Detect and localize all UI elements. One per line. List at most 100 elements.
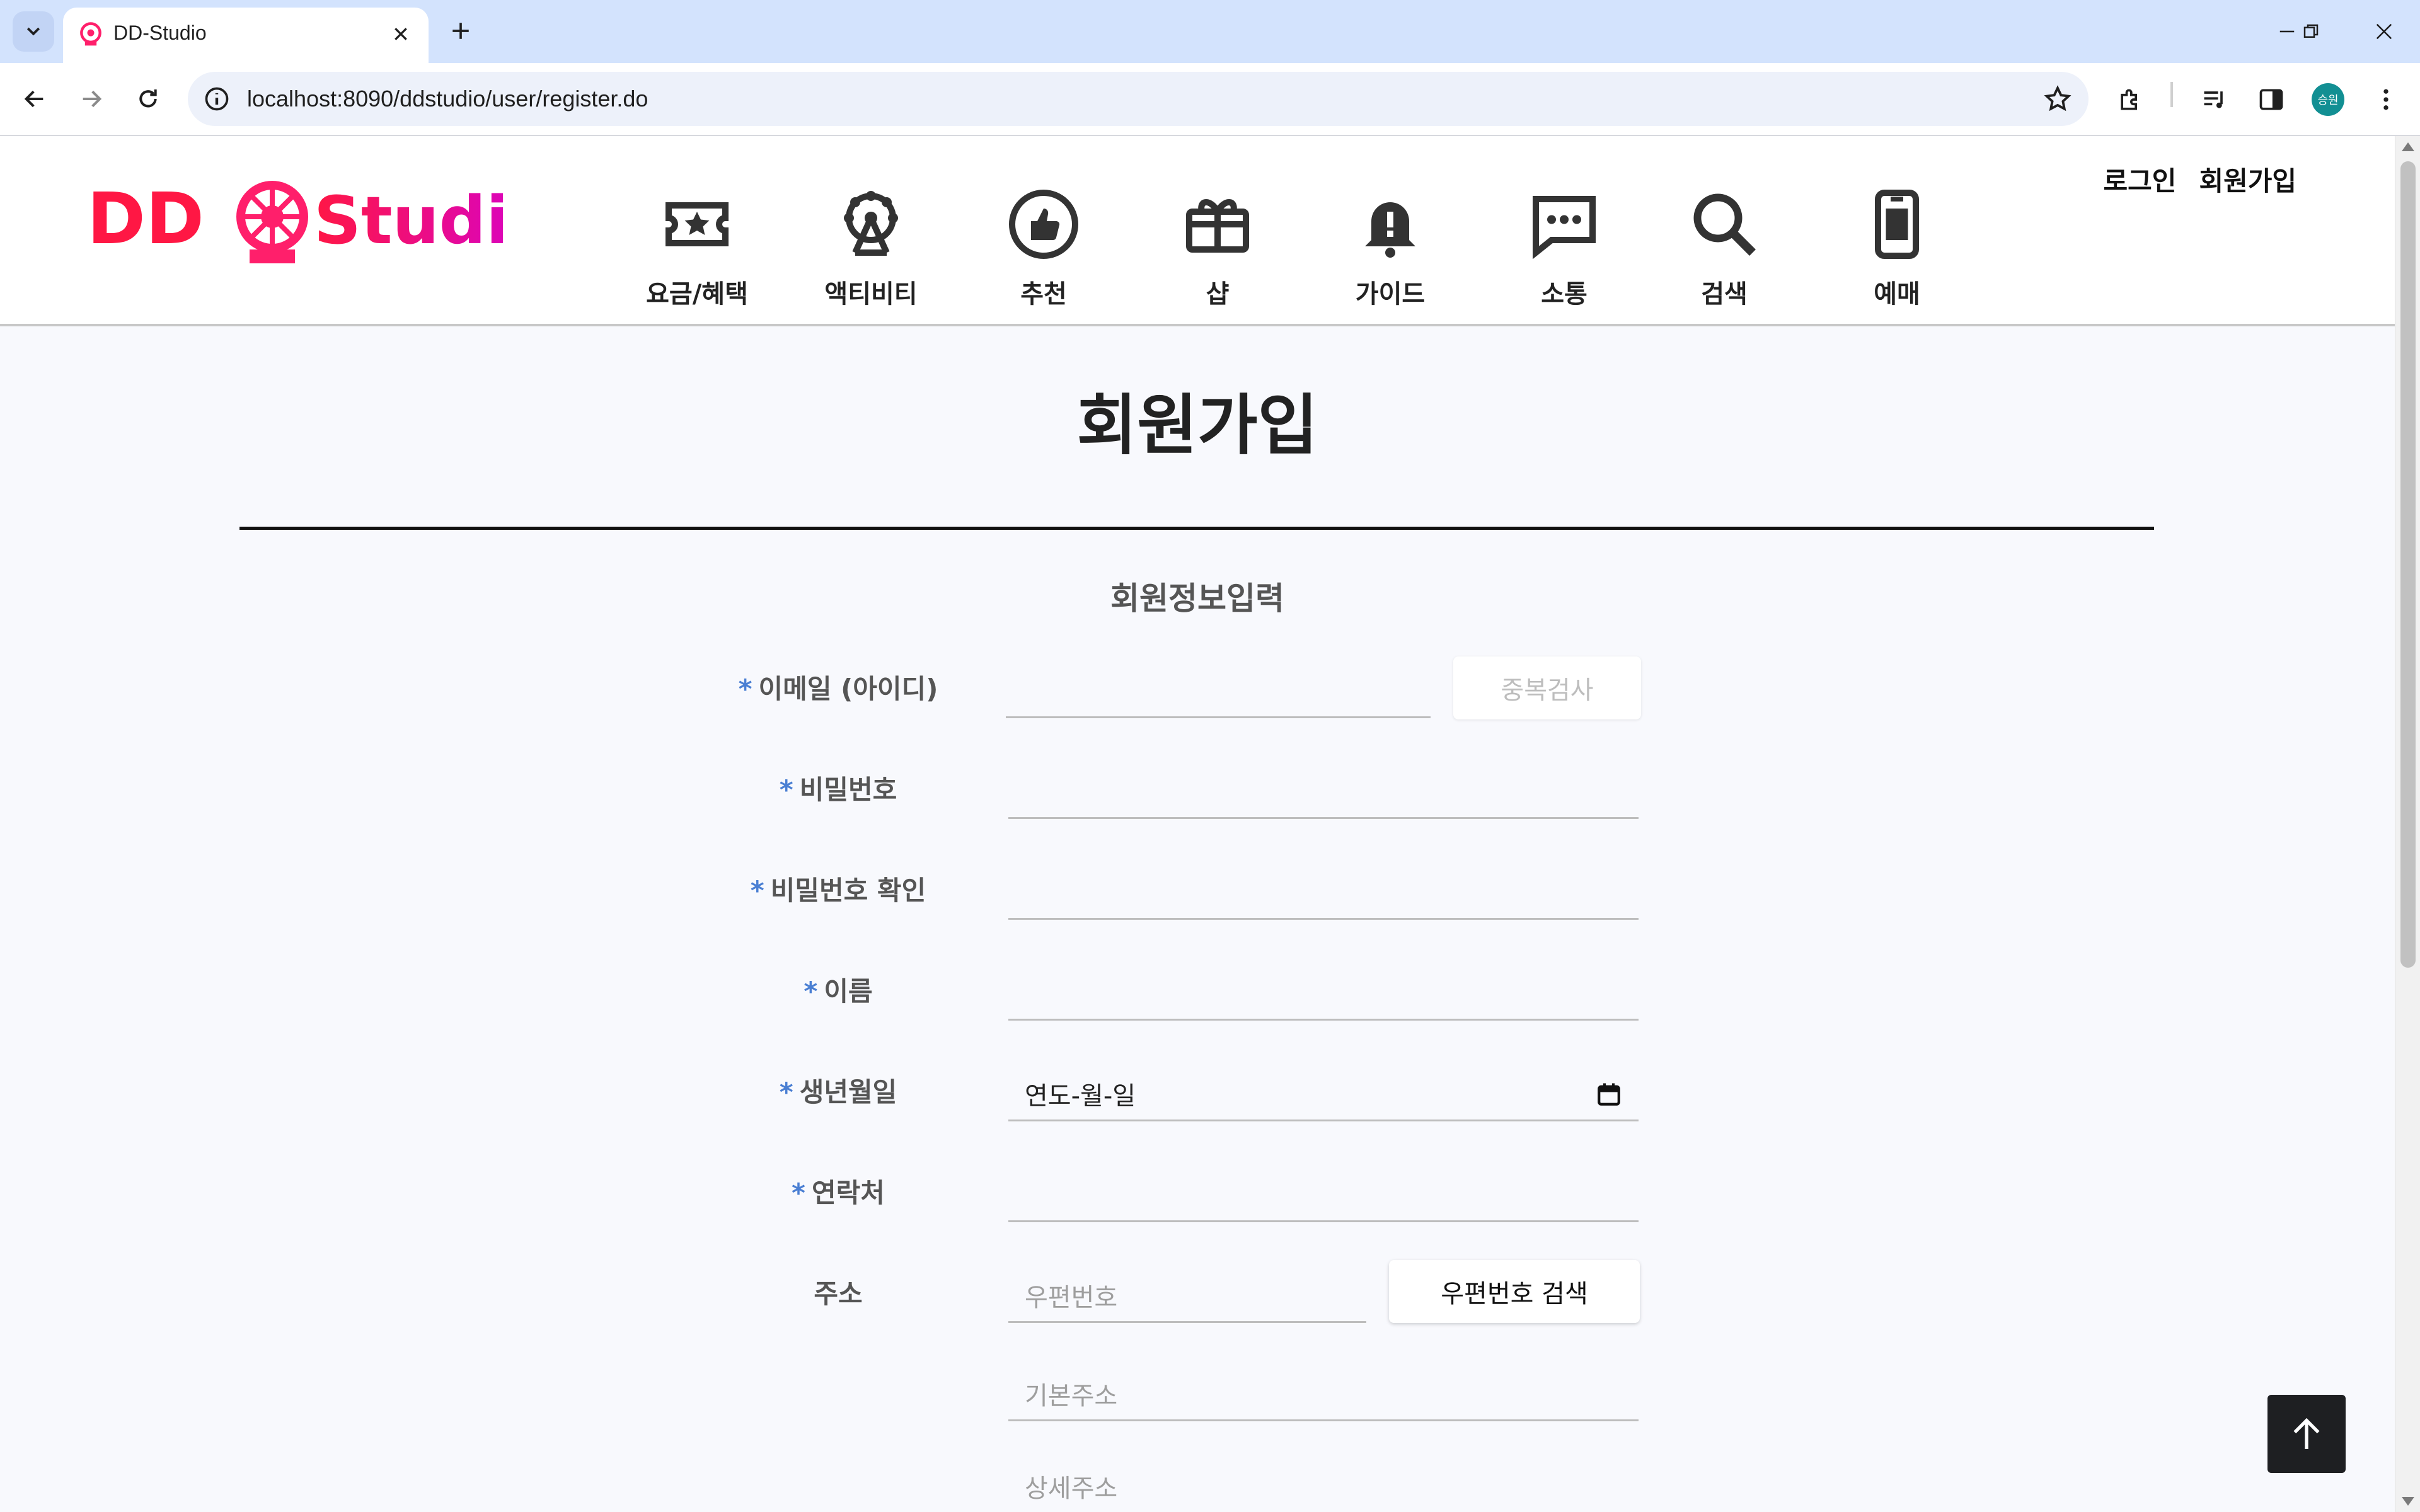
tab-title: DD-Studio <box>113 21 207 44</box>
nav-label: 샵 <box>1206 280 1230 309</box>
password-label: * 비밀번호 <box>674 769 1002 807</box>
birthdate-field[interactable]: 연도-월-일 <box>1008 1067 1639 1121</box>
url-text[interactable]: localhost:8090/ddstudio/user/register.do <box>247 86 648 112</box>
site-header: DD Studio 로그인 회원가입 요금/혜택 액티비티 추천 샵 가이드 소… <box>0 136 2395 326</box>
arrow-right-icon <box>83 90 102 108</box>
nav-item-shop[interactable]: 샵 <box>1155 186 1281 310</box>
nav-label: 추천 <box>1020 280 1067 309</box>
password-confirm-field[interactable] <box>1008 866 1639 920</box>
password-confirm-label-text: 비밀번호 확인 <box>770 875 926 906</box>
base-address-field[interactable]: 기본주소 <box>1008 1367 1639 1421</box>
phone-field[interactable] <box>1008 1168 1639 1222</box>
scroll-up-arrow[interactable] <box>2402 142 2414 151</box>
svg-text:DD: DD <box>87 178 204 260</box>
media-controls-button[interactable] <box>2197 82 2232 117</box>
zipcode-field[interactable]: 우편번호 <box>1008 1269 1366 1323</box>
scroll-down-arrow[interactable] <box>2402 1497 2414 1506</box>
browser-menu-button[interactable] <box>2368 82 2404 117</box>
ticket-star-icon <box>666 202 729 246</box>
email-label: * 이메일 (아이디) <box>674 668 1002 706</box>
side-panel-button[interactable] <box>2254 82 2289 117</box>
email-label-text: 이메일 (아이디) <box>758 673 938 704</box>
extensions-button[interactable] <box>2112 82 2148 117</box>
reload-icon <box>139 89 157 108</box>
required-mark: * <box>738 673 752 704</box>
reload-button[interactable] <box>127 78 169 120</box>
nav-item-pricing[interactable]: 요금/혜택 <box>634 186 760 310</box>
register-link[interactable]: 회원가입 <box>2199 160 2296 198</box>
password-confirm-label: * 비밀번호 확인 <box>674 869 1002 908</box>
site-info-icon[interactable] <box>203 85 231 113</box>
search-icon <box>1693 193 1756 256</box>
nav-item-booking[interactable]: 예매 <box>1834 186 1960 310</box>
nav-item-guide[interactable]: 가이드 <box>1327 186 1453 310</box>
birthdate-label: * 생년월일 <box>674 1071 1002 1109</box>
name-field[interactable] <box>1008 966 1639 1021</box>
side-panel-icon <box>2259 89 2283 110</box>
nav-item-community[interactable]: 소통 <box>1501 186 1627 310</box>
restore-window-button[interactable] <box>2289 13 2333 50</box>
nav-item-search[interactable]: 검색 <box>1661 186 1787 310</box>
page-scrollbar[interactable] <box>2395 136 2420 1512</box>
address-label: 주소 <box>814 1278 863 1309</box>
more-vertical-icon <box>2383 89 2388 110</box>
required-mark: * <box>779 1077 793 1108</box>
email-field[interactable] <box>1006 664 1431 718</box>
password-field[interactable] <box>1008 765 1639 819</box>
restore-icon <box>2303 24 2319 38</box>
duplicate-check-button[interactable]: 중복검사 <box>1453 656 1641 719</box>
name-label-text: 이름 <box>824 976 873 1007</box>
toolbar-divider <box>2170 82 2173 107</box>
detail-address-field[interactable]: 상세주소 <box>1008 1459 1639 1512</box>
birthdate-value: 연도-월-일 <box>1025 1081 1136 1111</box>
new-tab-button[interactable] <box>441 11 480 50</box>
svg-text:Studio: Studio <box>314 182 509 259</box>
zipcode-search-button[interactable]: 우편번호 검색 <box>1389 1260 1640 1323</box>
required-mark: * <box>779 774 793 805</box>
forward-button[interactable] <box>71 78 112 120</box>
phone-label: * 연락처 <box>674 1172 1002 1210</box>
close-icon <box>395 28 407 40</box>
arrow-up-icon <box>2293 1418 2320 1449</box>
mobile-ticket-icon <box>1875 190 1919 259</box>
name-label: * 이름 <box>674 970 1002 1009</box>
bookmark-star-icon[interactable] <box>2043 84 2072 113</box>
arrow-left-icon <box>24 90 43 108</box>
bell-alert-icon <box>1365 202 1415 258</box>
nav-label: 예매 <box>1874 280 1920 309</box>
dd-studio-logo[interactable]: DD Studio <box>87 174 509 268</box>
nav-label: 액티비티 <box>824 280 918 309</box>
required-mark: * <box>792 1177 806 1208</box>
tab-close-button[interactable] <box>387 20 415 48</box>
address-bar[interactable]: localhost:8090/ddstudio/user/register.do <box>188 72 2089 126</box>
close-window-button[interactable] <box>2362 13 2406 50</box>
calendar-icon[interactable] <box>1596 1081 1622 1108</box>
puzzle-icon <box>2121 89 2137 110</box>
required-mark: * <box>804 976 818 1007</box>
auth-links: 로그인 회원가입 <box>2104 160 2296 198</box>
phone-label-text: 연락처 <box>812 1177 885 1208</box>
back-button[interactable] <box>14 78 55 120</box>
login-link[interactable]: 로그인 <box>2104 160 2177 198</box>
required-mark: * <box>750 875 764 906</box>
nav-label: 소통 <box>1541 280 1587 309</box>
music-queue-icon <box>2204 91 2223 108</box>
scroll-thumb[interactable] <box>2400 161 2416 968</box>
browser-toolbar: localhost:8090/ddstudio/user/register.do <box>0 63 2420 136</box>
gift-box-icon <box>1186 199 1249 253</box>
title-divider <box>239 527 2154 530</box>
tab-search-button[interactable] <box>13 11 54 52</box>
back-to-top-button[interactable] <box>2267 1395 2346 1473</box>
close-icon <box>2376 23 2392 40</box>
thumbs-up-icon <box>1009 190 1078 259</box>
zipcode-placeholder: 우편번호 <box>1025 1283 1118 1312</box>
nav-item-recommend[interactable]: 추천 <box>981 186 1107 310</box>
ferris-wheel-favicon-icon <box>80 22 101 46</box>
chevron-down-icon <box>26 27 40 36</box>
chat-bubble-icon <box>1533 196 1596 260</box>
browser-tab-active[interactable]: DD-Studio <box>63 8 429 63</box>
profile-avatar[interactable]: 승원 <box>2312 83 2344 116</box>
detail-address-placeholder: 상세주소 <box>1025 1474 1118 1503</box>
nav-item-activity[interactable]: 액티비티 <box>808 186 934 310</box>
plus-icon <box>452 23 469 39</box>
